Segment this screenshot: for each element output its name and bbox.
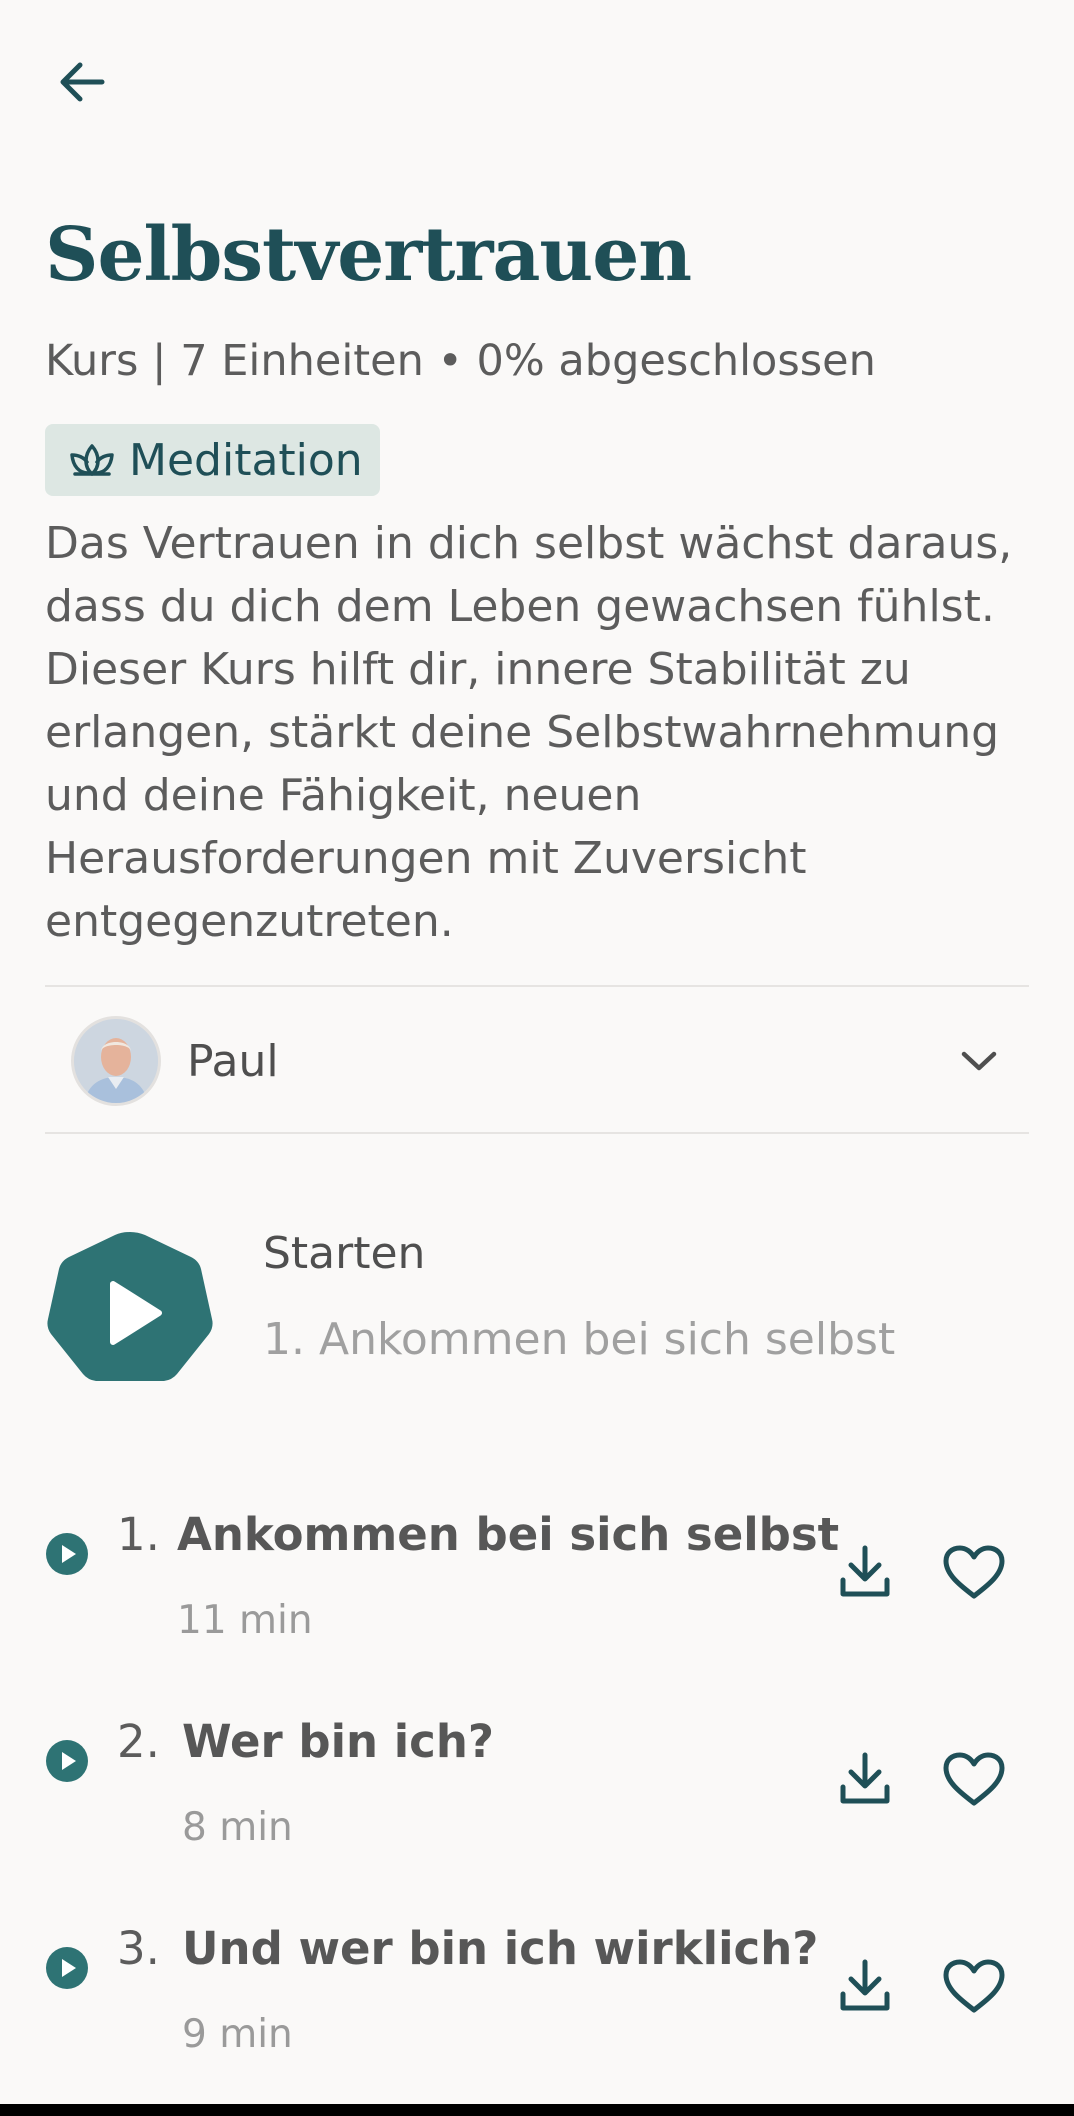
download-icon bbox=[840, 1959, 890, 2011]
unit-number: 1. bbox=[117, 1508, 160, 1561]
list-item[interactable]: 1. Ankommen bei sich selbst 11 min bbox=[45, 1502, 1029, 1652]
unit-title: Ankommen bei sich selbst bbox=[177, 1508, 840, 1561]
lotus-icon bbox=[70, 444, 114, 476]
list-item[interactable]: 3. Und wer bin ich wirklich? 9 min bbox=[45, 1916, 1029, 2066]
play-circle-icon bbox=[46, 1533, 88, 1575]
avatar bbox=[71, 1016, 161, 1106]
download-button[interactable] bbox=[835, 1956, 895, 2016]
start-subtitle: 1. Ankommen bei sich selbst bbox=[263, 1314, 896, 1365]
start-label: Starten bbox=[263, 1228, 426, 1279]
system-navigation-bar bbox=[0, 2104, 1074, 2116]
unit-duration: 9 min bbox=[182, 2012, 293, 2057]
heart-icon bbox=[943, 1752, 1005, 1806]
unit-title: Wer bin ich? bbox=[182, 1715, 494, 1768]
unit-number: 2. bbox=[117, 1715, 160, 1768]
download-button[interactable] bbox=[835, 1542, 895, 1602]
heart-icon bbox=[943, 1545, 1005, 1599]
download-icon bbox=[840, 1545, 890, 1597]
start-play-button[interactable] bbox=[45, 1228, 215, 1398]
unit-title: Und wer bin ich wirklich? bbox=[182, 1922, 819, 1975]
download-button[interactable] bbox=[835, 1749, 895, 1809]
teacher-name: Paul bbox=[187, 1035, 279, 1087]
favorite-button[interactable] bbox=[940, 1749, 1008, 1809]
play-circle-icon bbox=[46, 1740, 88, 1782]
course-meta: Kurs | 7 Einheiten • 0% abgeschlossen bbox=[45, 336, 876, 386]
unit-duration: 11 min bbox=[177, 1598, 313, 1643]
back-button[interactable] bbox=[40, 40, 124, 124]
list-item[interactable]: 2. Wer bin ich? 8 min bbox=[45, 1709, 1029, 1859]
teacher-selector[interactable]: Paul bbox=[45, 990, 1029, 1132]
divider bbox=[45, 1132, 1029, 1134]
unit-number: 3. bbox=[117, 1922, 160, 1975]
course-description: Das Vertrauen in dich selbst wächst dara… bbox=[45, 518, 1013, 947]
arrow-left-icon bbox=[60, 62, 105, 102]
heart-icon bbox=[943, 1959, 1005, 2013]
favorite-button[interactable] bbox=[940, 1956, 1008, 2016]
unit-duration: 8 min bbox=[182, 1805, 293, 1850]
page-title: Selbstvertrauen bbox=[45, 212, 692, 298]
divider bbox=[45, 985, 1029, 987]
tag-label: Meditation bbox=[129, 434, 363, 486]
category-tag: Meditation bbox=[45, 424, 380, 496]
play-circle-icon bbox=[46, 1947, 88, 1989]
favorite-button[interactable] bbox=[940, 1542, 1008, 1602]
chevron-down-icon bbox=[959, 1048, 999, 1074]
download-icon bbox=[840, 1752, 890, 1804]
